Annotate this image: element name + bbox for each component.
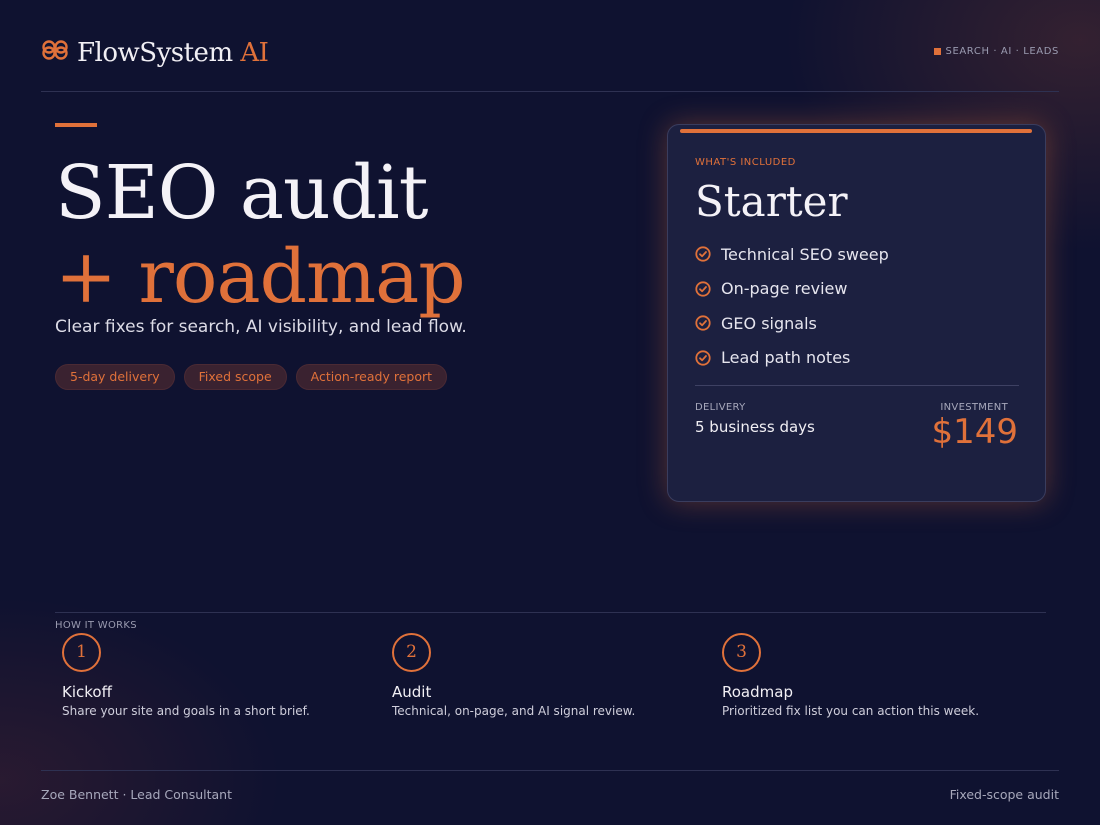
brand-name[interactable]: FlowSystem AI xyxy=(77,38,269,68)
step-roadmap: 3 Roadmap Prioritized fix list you can a… xyxy=(722,633,1022,718)
step-audit: 2 Audit Technical, on-page, and AI signa… xyxy=(392,633,692,718)
check-circle-icon xyxy=(695,315,711,331)
step-number: 2 xyxy=(392,633,431,672)
feature-item: Technical SEO sweep xyxy=(695,237,889,272)
hero-title-line-2: + roadmap xyxy=(55,234,466,320)
feature-label: Lead path notes xyxy=(721,348,851,368)
price-value: $149 xyxy=(931,412,1018,452)
step-title: Roadmap xyxy=(722,683,793,701)
header: FlowSystem AI SEARCH · AI · LEADS xyxy=(41,36,1059,92)
how-divider xyxy=(55,612,1046,613)
footer-divider xyxy=(41,770,1059,771)
step-title: Audit xyxy=(392,683,432,701)
delivery-label: DELIVERY xyxy=(695,402,746,413)
hero-chips: 5-day delivery Fixed scope Action-ready … xyxy=(55,364,448,390)
step-description: Prioritized fix list you can action this… xyxy=(722,704,980,718)
step-description: Share your site and goals in a short bri… xyxy=(62,704,310,718)
header-tagline: SEARCH · AI · LEADS xyxy=(933,46,1060,57)
step-description: Technical, on-page, and AI signal review… xyxy=(392,704,636,718)
step-title: Kickoff xyxy=(62,683,112,701)
step-number: 1 xyxy=(62,633,101,672)
feature-item: On-page review xyxy=(695,272,889,307)
hero-title-line-1: SEO audit xyxy=(55,150,428,236)
brand-name-text: FlowSystem xyxy=(77,38,233,68)
pricing-card: WHAT'S INCLUDED Starter Technical SEO sw… xyxy=(667,124,1046,502)
feature-list: Technical SEO sweep On-page review GEO s… xyxy=(695,237,889,375)
feature-label: On-page review xyxy=(721,279,848,299)
how-it-works-label: HOW IT WORKS xyxy=(55,620,137,631)
feature-label: GEO signals xyxy=(721,313,817,333)
square-bullet-icon xyxy=(933,48,941,55)
footer-note: Fixed-scope audit xyxy=(949,787,1059,802)
card-accent-bar xyxy=(680,129,1032,133)
hero-accent-bar xyxy=(55,123,97,127)
chip-delivery: 5-day delivery xyxy=(55,364,175,390)
check-circle-icon xyxy=(695,246,711,262)
hero-subtitle: Clear fixes for search, AI visibility, a… xyxy=(55,317,467,337)
infinity-logo-icon xyxy=(42,40,68,60)
check-circle-icon xyxy=(695,281,711,297)
step-kickoff: 1 Kickoff Share your site and goals in a… xyxy=(62,633,362,718)
check-circle-icon xyxy=(695,350,711,366)
step-number: 3 xyxy=(722,633,761,672)
feature-item: Lead path notes xyxy=(695,341,889,376)
plan-name: Starter xyxy=(695,177,848,226)
brand-name-accent: AI xyxy=(240,38,269,68)
header-tagline-text: SEARCH · AI · LEADS xyxy=(945,46,1059,57)
chip-report: Action-ready report xyxy=(295,364,448,390)
feature-item: GEO signals xyxy=(695,306,889,341)
card-eyebrow: WHAT'S INCLUDED xyxy=(695,157,796,168)
card-divider xyxy=(695,385,1019,386)
chip-scope: Fixed scope xyxy=(183,364,287,390)
feature-label: Technical SEO sweep xyxy=(721,244,889,264)
footer-consultant: Zoe Bennett · Lead Consultant xyxy=(41,787,232,802)
delivery-value: 5 business days xyxy=(695,418,815,436)
